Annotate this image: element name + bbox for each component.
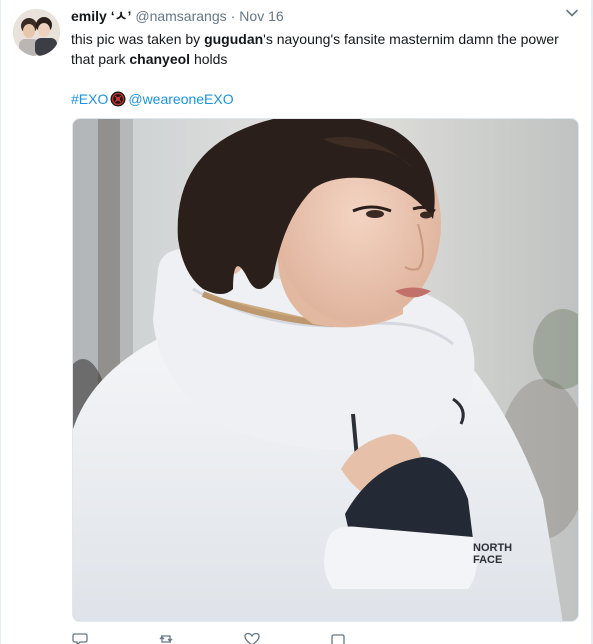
user-handle[interactable]: @namsarangs — [135, 8, 226, 24]
bold-word-chanyeol: chanyeol — [129, 51, 191, 67]
share-icon[interactable] — [330, 632, 346, 644]
mention-link[interactable]: @weareoneEXO — [128, 89, 233, 109]
svg-text:FACE: FACE — [473, 554, 502, 566]
caret-down-icon[interactable] — [565, 6, 579, 20]
retweet-icon[interactable] — [158, 632, 174, 644]
tweet-card: emily ‘ㅅ’ @namsarangs · Nov 16 this pic was… — [0, 0, 593, 644]
tweet-header: emily ‘ㅅ’ @namsarangs · Nov 16 — [71, 7, 581, 26]
tweet-actions — [72, 632, 372, 644]
tweet-tags: #EXO @weareoneEXO — [71, 89, 581, 109]
tweet-text-part: holds — [190, 51, 228, 67]
tweet-text: this pic was taken by gugudan's nayoung'… — [71, 29, 581, 69]
tweet-photo[interactable]: NORTH FACE — [72, 118, 579, 622]
display-name[interactable]: emily ‘ㅅ’ — [71, 8, 131, 24]
tweet-timestamp[interactable]: Nov 16 — [239, 8, 283, 24]
exo-logo-emoji-icon — [110, 91, 126, 107]
reply-icon[interactable] — [72, 632, 88, 644]
avatar[interactable] — [13, 9, 60, 56]
header-separator: · — [230, 8, 236, 24]
timeline-border-left — [0, 0, 1, 644]
hashtag-link[interactable]: #EXO — [71, 89, 108, 109]
tweet-content: emily ‘ㅅ’ @namsarangs · Nov 16 this pic was… — [71, 7, 581, 109]
svg-text:NORTH: NORTH — [473, 542, 512, 554]
bold-word-gugudan: gugudan — [204, 31, 264, 47]
like-icon[interactable] — [244, 632, 260, 644]
tweet-text-part: this pic was taken by — [71, 31, 205, 47]
